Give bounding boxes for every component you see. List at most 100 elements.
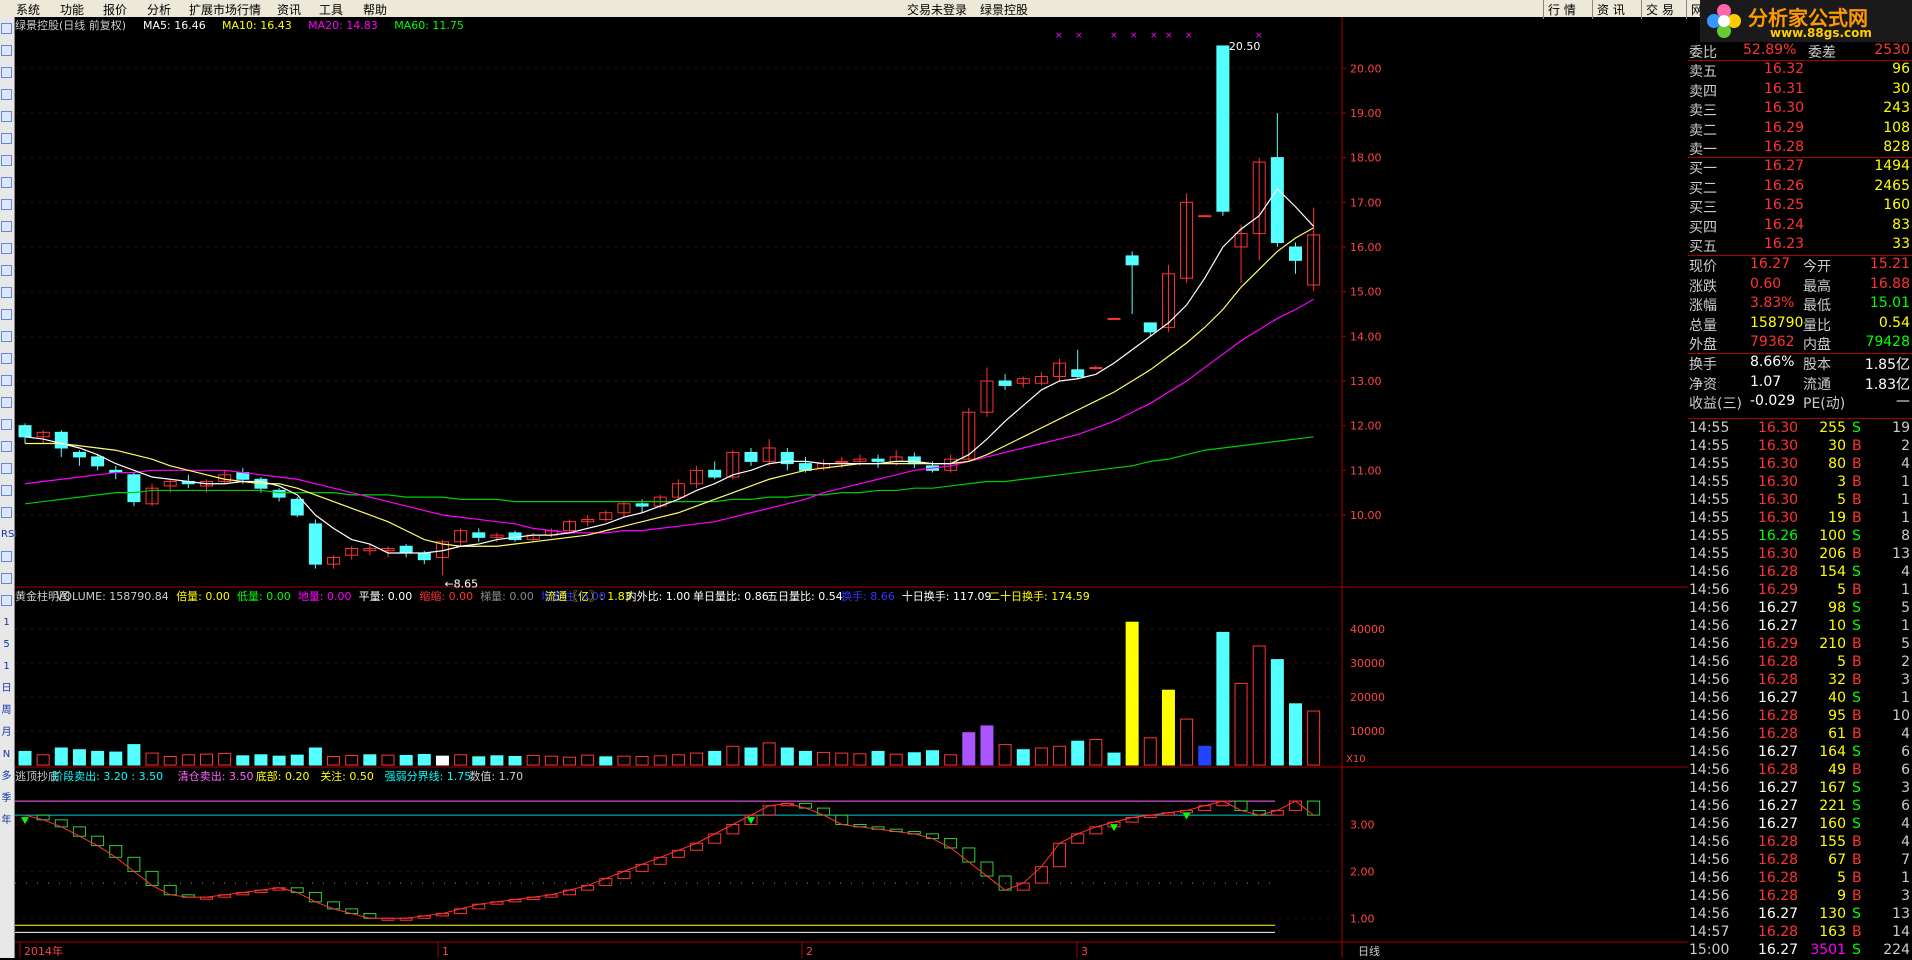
- left-tool-22[interactable]: [1, 507, 12, 518]
- ask-label: 卖二: [1689, 122, 1717, 139]
- left-tool-25[interactable]: [1, 573, 12, 584]
- left-tool-17[interactable]: [1, 397, 12, 408]
- left-tool-18[interactable]: [1, 419, 12, 430]
- left-tool-6[interactable]: [1, 155, 12, 166]
- left-tool-30[interactable]: 日: [1, 683, 12, 694]
- left-tool-5[interactable]: [1, 133, 12, 144]
- left-tool-26[interactable]: [1, 595, 12, 606]
- candle-body: [635, 503, 649, 507]
- left-tool-21[interactable]: [1, 485, 12, 496]
- tick-count: 7: [1901, 852, 1910, 868]
- candle-body: [744, 451, 758, 462]
- fundamental-row: 收益(三) -0.029 PE(动) —: [1688, 393, 1912, 412]
- kline-chart[interactable]: 20.0019.0018.0017.0016.0015.0014.0013.00…: [15, 17, 1688, 958]
- tick-volume: 95: [1828, 708, 1846, 724]
- stat-label: 涨跌: [1689, 278, 1717, 295]
- weibi-row: 委比 52.89% 委差 2530: [1688, 42, 1912, 61]
- tick-side: B: [1852, 492, 1862, 508]
- menu-extended-market[interactable]: 扩展市场行情: [189, 1, 261, 18]
- left-tool-27[interactable]: 1: [1, 617, 12, 628]
- menu-help[interactable]: 帮助: [363, 1, 387, 18]
- left-tool-15[interactable]: [1, 353, 12, 364]
- left-tool-4[interactable]: [1, 111, 12, 122]
- stat-label: 涨幅: [1689, 298, 1717, 314]
- left-tool-34[interactable]: 多: [1, 771, 12, 782]
- left-tool-3[interactable]: [1, 89, 12, 100]
- fund-label: PE(动): [1803, 396, 1846, 412]
- tick-row: 14:56 16.28 5 B 2: [1688, 654, 1912, 672]
- left-tool-16[interactable]: [1, 375, 12, 386]
- indicator-step-box: [1053, 842, 1067, 868]
- price-axis-label: 15.00: [1350, 286, 1382, 299]
- volume-header-item: 二十日换手: 174.59: [989, 589, 1090, 603]
- volume-bar: [109, 751, 123, 766]
- tick-volume: 5: [1837, 492, 1846, 508]
- ask-row: 卖三 16.30 243: [1688, 100, 1912, 119]
- tick-volume: 30: [1828, 438, 1846, 454]
- menu-system[interactable]: 系统: [16, 1, 40, 18]
- left-tool-24[interactable]: [1, 551, 12, 562]
- volume-bar: [762, 742, 776, 766]
- left-tool-8[interactable]: [1, 199, 12, 210]
- tick-side: S: [1852, 528, 1861, 544]
- left-tool-28[interactable]: 5: [1, 639, 12, 650]
- menu-analysis[interactable]: 分析: [147, 1, 171, 18]
- tick-row: 14:56 16.27 221 S 6: [1688, 798, 1912, 816]
- left-tool-29[interactable]: 1: [1, 661, 12, 672]
- volume-bar: [1289, 703, 1302, 766]
- volume-bar: [91, 750, 105, 766]
- left-tool-33[interactable]: N: [1, 749, 12, 760]
- left-tool-19[interactable]: [1, 441, 12, 452]
- left-tool-1[interactable]: [1, 45, 12, 56]
- left-tool-0[interactable]: [1, 23, 12, 34]
- left-tool-7[interactable]: [1, 177, 12, 188]
- left-tool-11[interactable]: [1, 265, 12, 276]
- tick-row: 14:56 16.28 154 S 4: [1688, 564, 1912, 582]
- left-tool-31[interactable]: 周: [1, 705, 12, 716]
- tick-time: 14:56: [1689, 888, 1730, 904]
- volume-bar: [944, 754, 958, 766]
- left-tool-13[interactable]: [1, 309, 12, 320]
- stat-value: 3.83%: [1750, 295, 1795, 311]
- tick-side: S: [1852, 906, 1861, 922]
- left-tool-12[interactable]: [1, 287, 12, 298]
- left-tool-35[interactable]: 季: [1, 793, 12, 804]
- tick-row: 14:56 16.28 95 B 10: [1688, 708, 1912, 726]
- signal-marker: ×: [1150, 31, 1158, 41]
- tick-price: 16.30: [1758, 456, 1799, 472]
- tick-count: 4: [1901, 564, 1910, 580]
- candle-body: [1125, 255, 1139, 266]
- tick-side: B: [1852, 636, 1862, 652]
- candle-body: [72, 451, 86, 458]
- tick-side: S: [1852, 816, 1861, 832]
- volume-bar: [744, 747, 758, 766]
- left-tool-32[interactable]: 月: [1, 727, 12, 738]
- left-tool-14[interactable]: [1, 331, 12, 342]
- time-axis-label: 2014年: [24, 944, 63, 958]
- volume-bar: [127, 744, 141, 766]
- tick-count: 4: [1901, 726, 1910, 742]
- ask-label: 卖四: [1689, 83, 1717, 100]
- menu-quote[interactable]: 报价: [103, 1, 127, 18]
- left-tool-2[interactable]: [1, 67, 12, 78]
- volume-bar: [1125, 621, 1139, 766]
- indicator-header-item: 清仓卖出: 3.50: [178, 769, 254, 783]
- volume-header-item: 缩缩: 0.00: [419, 590, 473, 603]
- left-tool-10[interactable]: [1, 243, 12, 254]
- left-tool-23[interactable]: RSI: [1, 529, 17, 540]
- indicator-axis-label: 2.00: [1350, 865, 1375, 878]
- tick-time: 14:56: [1689, 564, 1730, 580]
- ma20-line: [24, 298, 1314, 534]
- time-axis-label: 2: [806, 945, 813, 958]
- tick-side: B: [1852, 474, 1862, 490]
- menu-news[interactable]: 资讯: [277, 1, 301, 18]
- trade-login-status[interactable]: 交易未登录: [907, 1, 967, 18]
- left-tool-36[interactable]: 年: [1, 815, 12, 826]
- volume-bar: [871, 750, 885, 766]
- menu-tools[interactable]: 工具: [319, 1, 343, 18]
- menu-function[interactable]: 功能: [60, 1, 84, 18]
- left-tool-9[interactable]: [1, 221, 12, 232]
- left-tool-20[interactable]: [1, 463, 12, 474]
- candle-body: [127, 474, 141, 503]
- volume-bar: [798, 750, 812, 766]
